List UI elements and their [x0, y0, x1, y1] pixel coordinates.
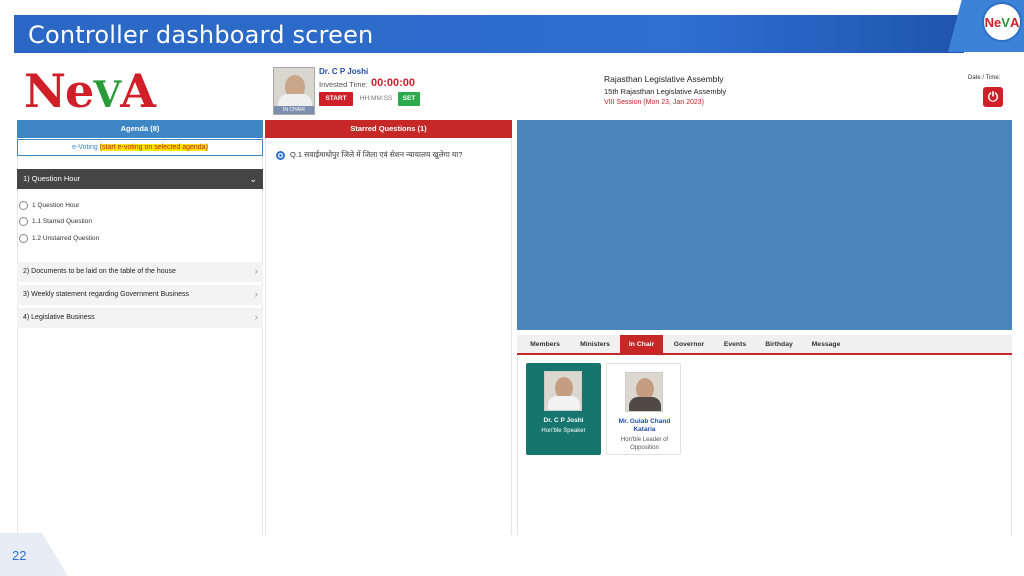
member-card[interactable]: Mr. Gulab Chand Kataria Hon'ble Leader o…: [606, 363, 681, 455]
chevron-right-icon: ›: [254, 312, 258, 323]
agenda-item[interactable]: 2) Documents to be laid on the table of …: [17, 262, 263, 282]
slide: { "slide": { "title": "Controller dashbo…: [0, 0, 1024, 576]
question-hour-label: 1) Question Hour: [23, 174, 81, 183]
agenda-item[interactable]: 4) Legislative Business ›: [17, 308, 263, 328]
member-name: Mr. Gulab Chand Kataria: [618, 418, 671, 433]
start-button[interactable]: START: [319, 92, 353, 106]
tab-message[interactable]: Message: [804, 335, 848, 355]
chevron-right-icon: ›: [254, 266, 258, 277]
agenda-header: Agenda (8): [17, 120, 263, 138]
evoting-button[interactable]: e-Voting (start e-voting on selected age…: [17, 139, 263, 156]
radio-icon: [19, 233, 28, 243]
agenda-option[interactable]: 1.1 Starred Question: [19, 216, 92, 228]
member-tabs: Members Ministers In Chair Governor Even…: [517, 335, 1012, 355]
starred-header: Starred Questions (1): [265, 120, 512, 138]
body-shape: [548, 396, 580, 410]
in-chair-tag: IN CHAIR: [274, 106, 314, 114]
evoting-label: e-Voting: [72, 144, 98, 151]
speaker-name: Dr. C P Joshi: [319, 67, 369, 76]
member-card[interactable]: Dr. C P Joshi Hon'ble Speaker: [526, 363, 601, 455]
member-name: Dr. C P Joshi: [543, 417, 584, 424]
chevron-down-icon: ⌄: [249, 174, 257, 184]
agenda-option[interactable]: 1 Question Hour: [19, 200, 79, 212]
page-number: 22: [12, 548, 27, 563]
speaker-photo: IN CHAIR: [273, 67, 315, 115]
assembly-name: Rajasthan Legislative Assembly: [604, 74, 724, 84]
tab-events[interactable]: Events: [715, 335, 755, 355]
tab-birthday[interactable]: Birthday: [757, 335, 801, 355]
slide-title: Controller dashboard screen: [28, 21, 374, 49]
page-corner: [0, 533, 68, 576]
radio-icon: [19, 200, 28, 210]
body-shape: [629, 397, 661, 411]
invested-time-value: 00:00:00: [371, 77, 416, 89]
display-area: [517, 120, 1012, 330]
neva-logo: NeVA: [24, 64, 156, 118]
starred-panel: [265, 120, 512, 535]
tab-members[interactable]: Members: [521, 335, 569, 355]
agenda-item[interactable]: 3) Weekly statement regarding Government…: [17, 285, 263, 305]
question-hour-accordion[interactable]: 1) Question Hour ⌄: [17, 169, 263, 189]
power-icon[interactable]: ⏻: [983, 87, 1003, 107]
tab-in-chair[interactable]: In Chair: [620, 335, 663, 355]
time-input[interactable]: HH:MM:SS: [356, 92, 396, 106]
invested-time-label: Invested Time:: [319, 80, 368, 89]
session-info: VIII Session (Mon 23, Jan 2023): [604, 99, 704, 106]
tab-governor[interactable]: Governor: [666, 335, 712, 355]
datetime-label: Date / Time:: [968, 75, 1001, 81]
corner-logo: Ne V A: [982, 2, 1022, 42]
member-role: Hon'ble Leader of Opposition: [620, 437, 669, 451]
tab-ministers[interactable]: Ministers: [571, 335, 619, 355]
member-photo: [544, 371, 582, 411]
agenda-option[interactable]: 1.2 Unstarred Question: [19, 233, 99, 245]
evoting-hint: (start e-voting on selected agenda): [99, 144, 208, 151]
chevron-right-icon: ›: [254, 289, 258, 300]
radio-icon: [19, 216, 28, 226]
title-banner: Controller dashboard screen: [14, 15, 964, 53]
set-button[interactable]: SET: [398, 92, 420, 106]
assembly-number: 15th Rajasthan Legislative Assembly: [604, 87, 727, 96]
member-role: Hon'ble Speaker: [541, 428, 586, 434]
radio-selected-icon: [276, 150, 285, 160]
member-photo: [625, 372, 663, 412]
question-item[interactable]: Q.1 सवाईमाधोपुर जिले में जिला एवं सेशन न…: [276, 150, 462, 160]
